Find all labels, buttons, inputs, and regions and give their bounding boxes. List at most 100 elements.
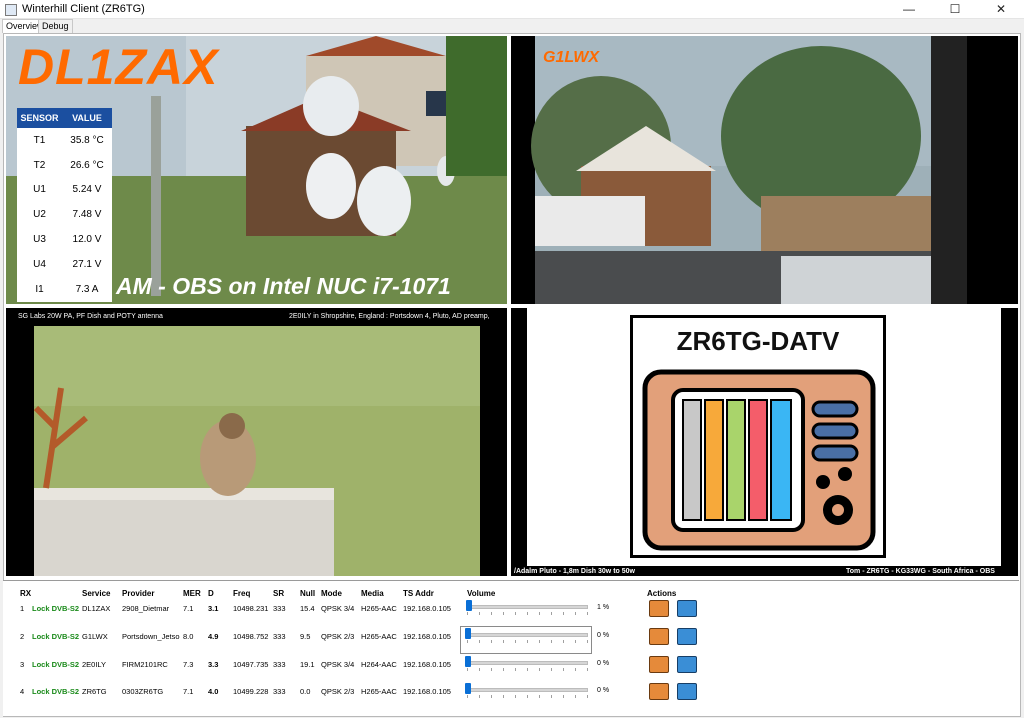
cell-ts: 192.168.0.105	[403, 632, 451, 641]
cell-d: 3.3	[208, 660, 219, 669]
volume-tick	[527, 668, 528, 671]
app-icon	[5, 4, 17, 16]
volume-tick	[575, 668, 576, 671]
volume-slider-thumb[interactable]	[466, 600, 473, 611]
camera-icon[interactable]	[677, 600, 697, 617]
cell-ts: 192.168.0.105	[403, 660, 451, 669]
maximize-icon[interactable]: ☐	[932, 0, 978, 18]
sensor-name: U2	[33, 209, 46, 221]
volume-tick	[575, 612, 576, 615]
volume-tick	[467, 695, 468, 698]
header-service: Service	[82, 589, 111, 598]
tv-icon[interactable]	[649, 683, 669, 700]
cell-provider: FIRM2101RC	[122, 660, 168, 669]
volume-percent: 1 %	[597, 604, 610, 611]
header-actions: Actions	[647, 589, 677, 598]
value-header: VALUE	[72, 113, 102, 123]
sensor-name: I1	[35, 283, 44, 295]
header-ts-addr: TS Addr	[403, 589, 434, 598]
camera-icon[interactable]	[677, 656, 697, 673]
video-1-callsign: DL1ZAX	[18, 39, 219, 95]
header-rx: RX	[20, 589, 32, 598]
volume-tick	[563, 695, 564, 698]
cell-mode: QPSK 3/4	[321, 604, 355, 613]
volume-tick	[527, 612, 528, 615]
camera-icon[interactable]	[677, 628, 697, 645]
header-d: D	[208, 589, 214, 598]
volume-slider-thumb[interactable]	[465, 683, 471, 694]
cell-freq: 10498.231	[233, 604, 269, 613]
close-icon[interactable]: ✕	[978, 0, 1024, 18]
datv-title: ZR6TG-DATV	[676, 326, 840, 356]
volume-tick	[491, 695, 492, 698]
sensor-name: U1	[33, 184, 46, 196]
cell-sr: 333	[273, 687, 286, 696]
header-provider: Provider	[122, 589, 155, 598]
cell-mer: 7.1	[183, 687, 194, 696]
cell-rx: 3	[20, 660, 25, 669]
volume-tick	[515, 695, 516, 698]
minimize-icon[interactable]: —	[886, 0, 932, 18]
video-4-overlay-right: Tom - ZR6TG - KG33WG - South Africa - OB…	[846, 568, 995, 575]
volume-tick	[587, 612, 588, 615]
cell-mer: 7.3	[183, 660, 194, 669]
sensor-header: SENSOR	[20, 113, 59, 123]
cell-rx: 2	[20, 632, 25, 641]
cell-service: 2E0ILY	[82, 660, 107, 669]
header-freq: Freq	[233, 589, 251, 598]
cell-ts: 192.168.0.105	[403, 604, 451, 613]
cell-service: ZR6TG	[82, 687, 107, 696]
tv-icon[interactable]	[649, 600, 669, 617]
volume-tick	[503, 695, 504, 698]
volume-percent: 0 %	[597, 660, 610, 667]
cell-d: 4.0	[208, 687, 219, 696]
cell-sr: 333	[273, 660, 286, 669]
video-1-caption: AM - OBS on Intel NUC i7-1071	[116, 273, 451, 299]
cell-sr: 333	[273, 632, 286, 641]
header-mode: Mode	[321, 589, 342, 598]
volume-slider-thumb[interactable]	[465, 656, 471, 667]
volume-tick	[527, 695, 528, 698]
volume-tick	[467, 612, 468, 615]
volume-tick	[479, 612, 480, 615]
video-2-scene	[531, 36, 967, 304]
volume-tick	[479, 695, 480, 698]
cell-provider: 0303ZR6TG	[122, 687, 164, 696]
cell-status: Lock DVB-S2	[32, 687, 80, 696]
tab-debug[interactable]: Debug	[38, 19, 73, 33]
volume-slider-track[interactable]	[466, 661, 588, 665]
sensor-table: SENSOR VALUE T1 35.8 °C T2 26.6 °C U1 5.24 …	[17, 108, 112, 302]
volume-tick	[491, 668, 492, 671]
title-bar: Winterhill Client (ZR6TG) — ☐ ✕	[0, 0, 1024, 19]
cell-mer: 8.0	[183, 632, 194, 641]
cell-freq: 10499.228	[233, 687, 269, 696]
volume-tick	[551, 668, 552, 671]
sensor-name: U3	[33, 234, 46, 246]
volume-tick	[563, 668, 564, 671]
cell-mode: QPSK 2/3	[321, 687, 355, 696]
volume-tick	[575, 695, 576, 698]
volume-slider-track[interactable]	[466, 688, 588, 692]
volume-tick	[515, 668, 516, 671]
header-media: Media	[361, 589, 384, 598]
video-panel-3[interactable]: SG Labs 20W PA, PF Dish and POTY antenna…	[6, 308, 507, 576]
cell-provider: 2908_Dietmar	[122, 604, 170, 613]
volume-tick	[491, 612, 492, 615]
volume-tick	[587, 695, 588, 698]
tv-icon[interactable]	[649, 628, 669, 645]
header-volume: Volume	[467, 589, 496, 598]
volume-tick	[503, 612, 504, 615]
cell-mode: QPSK 3/4	[321, 660, 355, 669]
cell-media: H265-AAC	[361, 687, 397, 696]
camera-icon[interactable]	[677, 683, 697, 700]
tv-icon[interactable]	[649, 656, 669, 673]
volume-tick	[467, 668, 468, 671]
cell-provider: Portsdown_Jetso	[122, 632, 180, 641]
video-3-scene	[33, 326, 480, 576]
header-null: Null	[300, 589, 316, 598]
video-panel-2[interactable]: G1LWX	[511, 36, 1018, 304]
cell-media: H265-AAC	[361, 632, 397, 641]
cell-status: Lock DVB-S2	[32, 632, 80, 641]
video-4-overlay-left: /Adalm Pluto - 1,8m Dish 30w to 50w	[514, 568, 635, 575]
volume-slider-track[interactable]	[466, 605, 588, 609]
